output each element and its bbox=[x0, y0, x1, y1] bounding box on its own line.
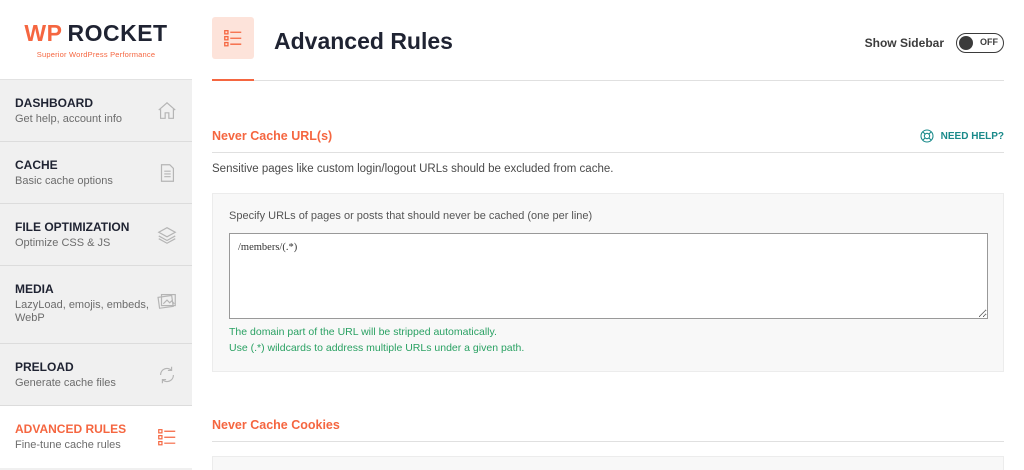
sidebar-item-dashboard[interactable]: DASHBOARD Get help, account info bbox=[0, 80, 192, 142]
sidebar-item-desc: Basic cache options bbox=[15, 175, 113, 187]
document-icon bbox=[160, 164, 175, 182]
page-icon-box bbox=[212, 17, 254, 59]
never-cache-cookies-field bbox=[212, 456, 1004, 470]
section-header: Never Cache Cookies bbox=[212, 412, 1004, 442]
logo-tagline: Superior WordPress Performance bbox=[36, 50, 156, 59]
sidebar-item-desc: Fine-tune cache rules bbox=[15, 439, 121, 451]
need-help-link[interactable]: NEED HELP? bbox=[919, 128, 1004, 144]
show-sidebar-toggle[interactable]: OFF bbox=[956, 33, 1004, 53]
field-hints: The domain part of the URL will be strip… bbox=[229, 324, 988, 356]
show-sidebar-control: Show Sidebar OFF bbox=[865, 33, 1004, 53]
sidebar: WP ROCKET Superior WordPress Performance… bbox=[0, 0, 192, 470]
section-description: Sensitive pages like custom login/logout… bbox=[212, 163, 614, 175]
list-icon bbox=[224, 30, 242, 47]
section-header: Never Cache URL(s) NEED HELP? bbox=[212, 123, 1004, 153]
page-header-underline bbox=[212, 79, 254, 81]
section-title: Never Cache Cookies bbox=[212, 418, 340, 432]
toggle-state: OFF bbox=[980, 37, 998, 47]
field-hint: Use (.*) wildcards to address multiple U… bbox=[229, 342, 525, 354]
main-content: Advanced Rules Show Sidebar OFF Never Ca… bbox=[212, 0, 1004, 470]
field-hint: The domain part of the URL will be strip… bbox=[229, 326, 497, 338]
logo[interactable]: WP ROCKET Superior WordPress Performance bbox=[0, 0, 192, 80]
never-cache-urls-field: Specify URLs of pages or posts that shou… bbox=[212, 193, 1004, 372]
logo-prefix: WP bbox=[24, 20, 63, 46]
section-title: Never Cache URL(s) bbox=[212, 129, 333, 143]
lifebuoy-icon bbox=[920, 129, 934, 143]
home-icon bbox=[158, 101, 176, 119]
page-title: Advanced Rules bbox=[274, 28, 453, 54]
sidebar-item-desc: Generate cache files bbox=[15, 377, 116, 389]
sidebar-item-desc: LazyLoad, emojis, embeds, WebP bbox=[15, 299, 149, 324]
refresh-icon bbox=[159, 366, 175, 384]
never-cache-urls-textarea[interactable]: /members/(.*) bbox=[229, 233, 988, 319]
sidebar-item-media[interactable]: MEDIA LazyLoad, emojis, embeds, WebP bbox=[0, 266, 192, 344]
sidebar-item-desc: Get help, account info bbox=[15, 113, 123, 125]
list-icon bbox=[158, 429, 176, 446]
toggle-knob bbox=[959, 35, 973, 50]
layers-icon bbox=[157, 226, 177, 244]
sidebar-item-preload[interactable]: PRELOAD Generate cache files bbox=[0, 344, 192, 406]
need-help-label: NEED HELP? bbox=[940, 130, 1004, 142]
field-label: Specify URLs of pages or posts that shou… bbox=[229, 210, 593, 222]
never-cache-urls-section: Never Cache URL(s) NEED HELP? Sensitive … bbox=[212, 123, 1004, 372]
sidebar-item-file-optimization[interactable]: FILE OPTIMIZATION Optimize CSS & JS bbox=[0, 204, 192, 266]
show-sidebar-label: Show Sidebar bbox=[864, 36, 944, 50]
sidebar-item-desc: Optimize CSS & JS bbox=[15, 237, 111, 249]
sidebar-item-cache[interactable]: CACHE Basic cache options bbox=[0, 142, 192, 204]
page-header: Advanced Rules Show Sidebar OFF bbox=[212, 0, 1004, 81]
logo-wordmark: WP ROCKET bbox=[24, 20, 167, 47]
logo-name: ROCKET bbox=[67, 20, 168, 46]
images-icon bbox=[157, 293, 176, 309]
sidebar-item-advanced-rules[interactable]: ADVANCED RULES Fine-tune cache rules bbox=[0, 406, 192, 468]
never-cache-cookies-section: Never Cache Cookies bbox=[212, 412, 1004, 470]
